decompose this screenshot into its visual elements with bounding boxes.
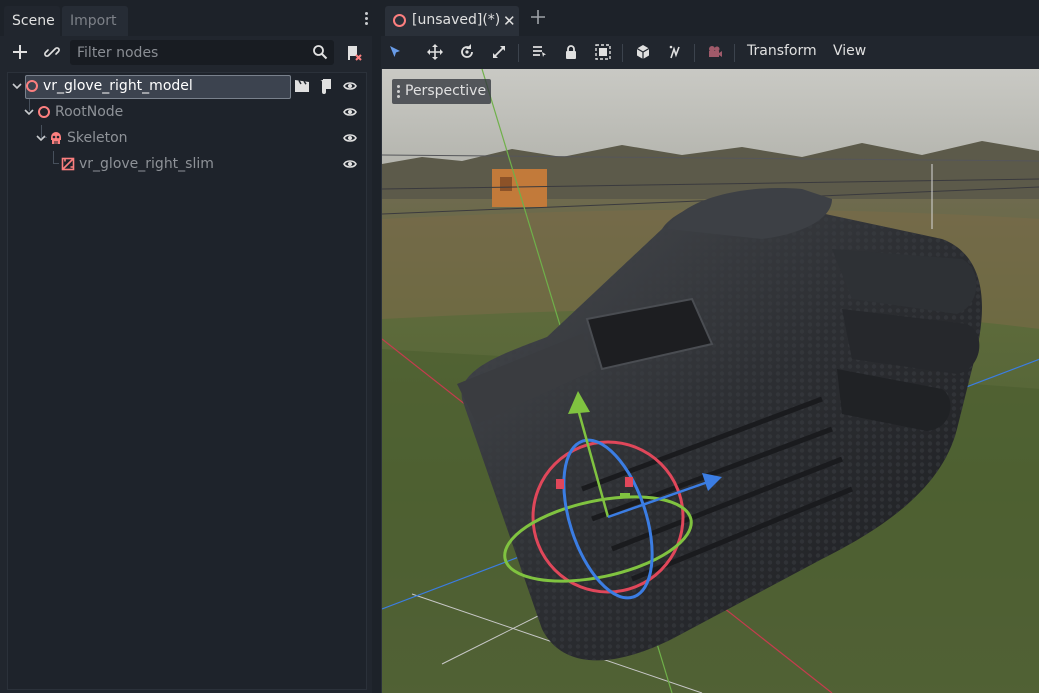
- select-mode-button[interactable]: [383, 40, 407, 64]
- camera-icon: [709, 46, 722, 57]
- open-in-editor-icon[interactable]: [294, 79, 310, 93]
- scene-tab-bar: [unsaved](*) ✕: [381, 0, 1039, 36]
- dock-tab-bar: Scene Import: [0, 0, 372, 36]
- move-icon: [427, 44, 443, 60]
- list-select-button[interactable]: [527, 40, 551, 64]
- lock-button[interactable]: [559, 40, 583, 64]
- camera-override-button[interactable]: [703, 40, 727, 64]
- scene-tab-label: [unsaved](*): [412, 12, 501, 28]
- 3d-viewport[interactable]: Perspective: [381, 69, 1039, 693]
- scene-tab-unsaved[interactable]: [unsaved](*) ✕: [385, 6, 519, 36]
- scale-icon: [493, 46, 505, 58]
- toolbar-separator: [622, 44, 623, 62]
- scale-mode-button[interactable]: [487, 40, 511, 64]
- group-button[interactable]: [591, 40, 615, 64]
- script-remove-icon: [348, 46, 362, 61]
- filter-box: [70, 40, 334, 65]
- tab-scene[interactable]: Scene: [4, 6, 60, 36]
- scene-dock: Scene Import Filter nodes vr_glove_right…: [0, 0, 372, 693]
- new-scene-button[interactable]: [531, 6, 545, 30]
- close-icon[interactable]: ✕: [503, 12, 516, 30]
- scene-tree: vr_glove_right_model RootNode Skeleton v…: [7, 72, 367, 690]
- search-icon[interactable]: [312, 44, 328, 60]
- group-icon: [595, 44, 611, 60]
- tree-row-rootnode[interactable]: RootNode: [8, 99, 366, 125]
- add-node-button[interactable]: [8, 40, 32, 64]
- node3d-icon: [38, 106, 50, 118]
- script-icon[interactable]: [319, 78, 333, 94]
- node-label: Skeleton: [67, 130, 128, 146]
- link-icon: [44, 47, 60, 57]
- node3d-icon: [393, 14, 406, 27]
- rotate-mode-button[interactable]: [455, 40, 479, 64]
- visibility-eye-icon[interactable]: [343, 158, 357, 170]
- chevron-down-icon[interactable]: [12, 81, 22, 91]
- local-space-button[interactable]: [631, 40, 655, 64]
- node-label: RootNode: [55, 104, 124, 120]
- snap-icon: [669, 45, 680, 59]
- node-label: vr_glove_right_slim: [79, 156, 214, 172]
- view-menu[interactable]: View: [833, 43, 866, 59]
- perspective-label: Perspective: [405, 83, 487, 99]
- node-label: vr_glove_right_model: [43, 78, 193, 94]
- perspective-menu-button[interactable]: Perspective: [392, 79, 492, 104]
- scene-toolbar: [0, 36, 372, 70]
- tree-row-skeleton[interactable]: Skeleton: [8, 125, 366, 151]
- plus-icon: [13, 45, 27, 59]
- tab-import[interactable]: Import: [62, 6, 128, 36]
- filter-nodes-input[interactable]: [70, 40, 306, 65]
- tree-row-vr-glove-right-model[interactable]: vr_glove_right_model: [8, 73, 366, 99]
- drag-handle-icon: [397, 85, 400, 100]
- cube-icon: [636, 45, 650, 59]
- attach-script-button[interactable]: [342, 41, 366, 65]
- viewport-scene-render: [382, 69, 1039, 693]
- plus-icon: [531, 10, 545, 24]
- snap-button[interactable]: [663, 40, 687, 64]
- cursor-icon: [390, 46, 400, 57]
- chevron-down-icon[interactable]: [24, 107, 34, 117]
- rotate-icon: [461, 44, 473, 58]
- move-mode-button[interactable]: [423, 40, 447, 64]
- mesh-instance-icon: [61, 157, 75, 171]
- chevron-down-icon[interactable]: [36, 133, 46, 143]
- dock-menu-icon[interactable]: [362, 10, 370, 30]
- lock-icon: [566, 45, 576, 59]
- toolbar-separator: [694, 44, 695, 62]
- node3d-icon: [26, 80, 38, 92]
- visibility-eye-icon[interactable]: [343, 80, 357, 92]
- list-icon: [533, 46, 546, 57]
- skeleton-icon: [51, 132, 61, 144]
- toolbar-separator: [518, 44, 519, 62]
- toolbar-separator: [734, 44, 735, 62]
- instance-scene-button[interactable]: [40, 40, 64, 64]
- visibility-eye-icon[interactable]: [343, 106, 357, 118]
- visibility-eye-icon[interactable]: [343, 132, 357, 144]
- tree-row-vr-glove-right-slim[interactable]: vr_glove_right_slim: [8, 151, 366, 177]
- main-editor: [unsaved](*) ✕ Transform View Perspectiv…: [381, 0, 1039, 693]
- transform-menu[interactable]: Transform: [747, 43, 817, 59]
- viewport-toolbar: Transform View: [381, 36, 1039, 69]
